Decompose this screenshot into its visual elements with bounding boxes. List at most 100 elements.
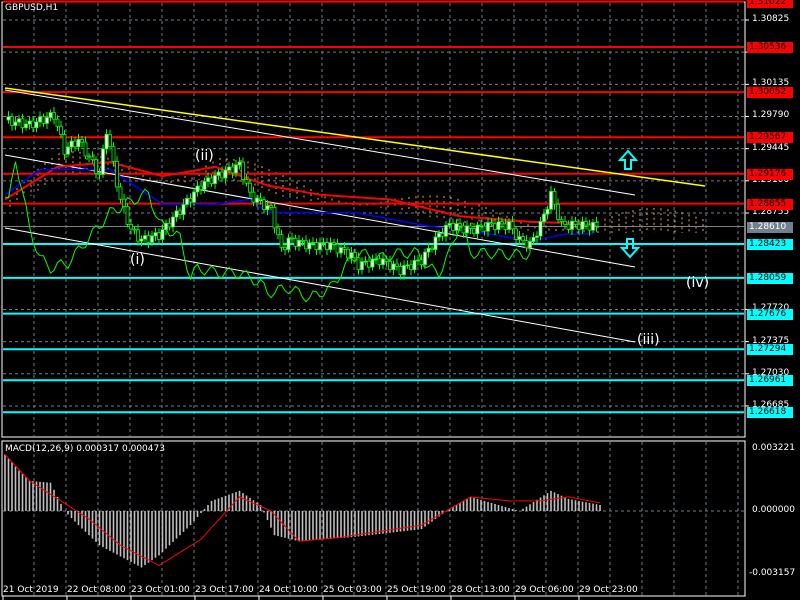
wave-label-iv: (iv) [686, 275, 710, 291]
candle-body [265, 205, 270, 211]
main-panel-frame [1, 1, 746, 438]
candle-body [458, 223, 462, 227]
candle-body [73, 140, 77, 148]
candle-body [139, 238, 144, 242]
candle-body [244, 179, 249, 184]
candle-body [55, 118, 60, 127]
candle-body [31, 120, 35, 129]
candle-body [185, 198, 189, 205]
candle-body [192, 191, 196, 203]
candle-body [24, 123, 28, 129]
price-tick-label: 1.30825 [752, 14, 790, 24]
candle-body [584, 221, 588, 226]
candle-body [80, 139, 84, 143]
candle-body [258, 197, 263, 201]
candle-body [542, 213, 546, 222]
candle-body [20, 118, 25, 129]
candle-body [69, 140, 74, 148]
candle-body [328, 242, 333, 251]
candle-body [160, 229, 165, 240]
wave-label-ii: (ii) [195, 148, 214, 164]
candle-body [367, 260, 371, 268]
candle-body [444, 224, 448, 237]
candle-body [591, 222, 595, 231]
candle-body [570, 220, 574, 230]
candle-body [143, 235, 147, 240]
candle-body [304, 240, 308, 250]
candle-body [45, 117, 49, 124]
resistance-price-tag: 1.28855 [747, 198, 793, 210]
time-tick-label: 21 Oct 2019 [3, 585, 59, 595]
candle-body [335, 243, 340, 254]
candle-body [94, 159, 98, 174]
candle-body [234, 164, 238, 174]
candle-body [290, 237, 294, 240]
resistance-price-tag: 1.29567 [747, 132, 793, 144]
candle-body [174, 210, 179, 218]
resistance-price-tag: 1.29176 [747, 168, 793, 180]
candle-body [66, 146, 70, 155]
candle-body [300, 239, 305, 242]
candle-body [83, 141, 88, 157]
candle-body [255, 197, 259, 203]
candle-body [433, 236, 438, 250]
candle-body [493, 223, 497, 230]
candle-body [41, 116, 46, 124]
arrow-down-icon [619, 238, 641, 259]
candle-body [409, 264, 413, 271]
candle-body [251, 191, 256, 203]
candle-body [363, 260, 368, 263]
candle-body [342, 247, 347, 250]
chart-canvas[interactable] [0, 0, 800, 600]
candle-body [451, 223, 455, 231]
candle-body [531, 236, 536, 242]
candle-body [545, 208, 550, 215]
candle-body [101, 148, 105, 175]
candle-body [13, 121, 18, 126]
candle-body [248, 182, 252, 193]
candle-body [276, 227, 280, 236]
candle-body [566, 223, 571, 230]
candle-body [314, 242, 319, 251]
candle-body [283, 246, 287, 251]
candle-body [573, 220, 578, 225]
candle-body [440, 232, 445, 237]
candle-body [321, 242, 326, 244]
candle-body [230, 166, 235, 174]
candle-body [17, 118, 21, 123]
time-tick-label: 22 Oct 08:00 [67, 585, 126, 595]
candle-body [171, 216, 175, 228]
candle-body [423, 251, 427, 265]
candle-body [398, 266, 403, 276]
candle-body [6, 116, 11, 121]
candle-body [188, 198, 193, 203]
candle-body [510, 221, 515, 230]
candle-body [472, 228, 476, 235]
candle-body [150, 235, 154, 243]
time-tick-label: 25 Oct 03:00 [323, 585, 382, 595]
support-price-tag: 1.27294 [747, 344, 793, 356]
candle-body [279, 234, 284, 248]
arrow-up-icon [617, 149, 639, 170]
candle-body [209, 177, 214, 185]
candle-body [237, 161, 242, 166]
candle-body [486, 222, 490, 232]
candle-body [496, 221, 501, 230]
candle-body [272, 206, 277, 229]
candle-body [524, 240, 529, 249]
candle-body [297, 239, 301, 247]
symbol-title: GBPUSD,H1 [5, 3, 59, 13]
candle-body [528, 241, 532, 249]
candle-body [181, 204, 186, 215]
candle-body [10, 116, 14, 126]
candle-body [195, 185, 200, 193]
candle-body [108, 133, 112, 148]
candle-body [87, 155, 91, 158]
candle-body [111, 146, 116, 162]
candle-body [391, 263, 396, 271]
candle-body [419, 259, 424, 265]
time-tick-label: 29 Oct 23:00 [579, 585, 638, 595]
candle-body [430, 247, 434, 250]
candle-body [489, 222, 494, 225]
candle-body [62, 134, 67, 155]
